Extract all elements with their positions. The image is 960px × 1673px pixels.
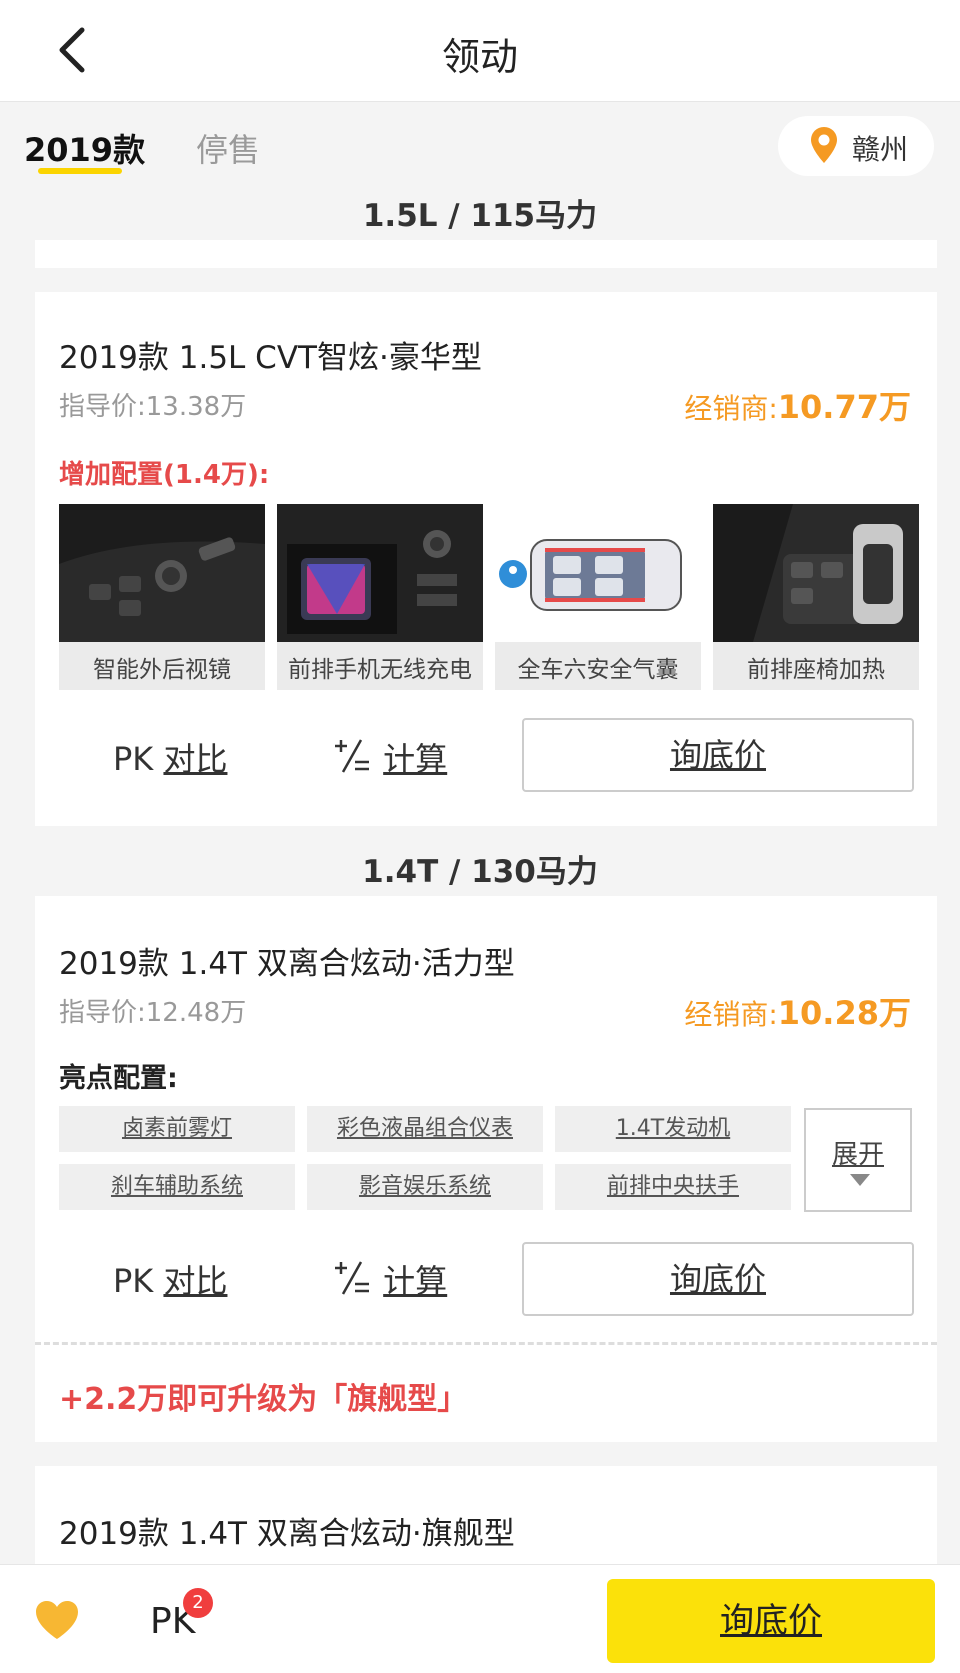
- dealer-label: 经销商:: [684, 998, 778, 1031]
- trim-name: 2019款 1.4T 双离合炫动·旗舰型: [59, 1516, 515, 1552]
- expand-label: 展开: [831, 1140, 884, 1170]
- inquiry-price-button[interactable]: 询底价: [522, 718, 914, 792]
- trim-card[interactable]: 2019款 1.4T 双离合炫动·活力型 指导价:12.48万 经销商:10.2…: [35, 896, 937, 1442]
- mirror-control-photo: [59, 504, 265, 642]
- config-tag[interactable]: 1.4T发动机: [555, 1106, 791, 1152]
- config-tag-label: 卤素前雾灯: [121, 1116, 232, 1141]
- upgrade-hint[interactable]: +2.2万即可升级为「旗舰型」: [59, 1374, 467, 1418]
- feature-tile[interactable]: 全车六安全气囊: [495, 504, 701, 690]
- section-title: 1.5L / 115马力: [362, 198, 598, 234]
- inquiry-label: 询底价: [669, 736, 766, 774]
- feature-tile[interactable]: 智能外后视镜: [59, 504, 265, 690]
- bottom-inquiry-button[interactable]: 询底价: [607, 1579, 935, 1663]
- dealer-value: 10.77万: [777, 388, 911, 426]
- card-top-stub: [35, 240, 937, 268]
- seat-heating-photo: [713, 504, 919, 642]
- highlights-title: 亮点配置:: [59, 1063, 178, 1094]
- plus-minus-icon: [335, 739, 369, 773]
- feature-label: 智能外后视镜: [93, 657, 231, 683]
- inquiry-price-button[interactable]: 询底价: [522, 1242, 914, 1316]
- config-tag[interactable]: 彩色液晶组合仪表: [307, 1106, 543, 1152]
- pk-compare-button[interactable]: PK 对比: [113, 734, 227, 780]
- caret-down-icon: [850, 1174, 870, 1186]
- city-selector[interactable]: 赣州: [778, 116, 934, 176]
- heart-icon[interactable]: [34, 1599, 80, 1641]
- feature-label: 前排手机无线充电: [288, 657, 472, 683]
- dealer-value: 10.28万: [777, 994, 911, 1032]
- location-pin-icon: [811, 127, 837, 163]
- pk-compare-link: 对比: [163, 1262, 228, 1300]
- dealer-price: 经销商:10.77万: [684, 382, 911, 428]
- added-config-title: 增加配置(1.4万):: [59, 460, 270, 490]
- trim-card[interactable]: 2019款 1.4T 双离合炫动·旗舰型: [35, 1466, 937, 1566]
- trim-card[interactable]: 2019款 1.5L CVT智炫·豪华型 指导价:13.38万 经销商:10.7…: [35, 292, 937, 826]
- config-tag-label: 1.4T发动机: [615, 1116, 731, 1141]
- trim-name: 2019款 1.5L CVT智炫·豪华型: [59, 340, 482, 376]
- inquiry-label: 询底价: [669, 1260, 766, 1298]
- calculate-link: 计算: [383, 740, 448, 778]
- config-tag-label: 刹车辅助系统: [110, 1174, 243, 1199]
- feature-tile[interactable]: 前排座椅加热: [713, 504, 919, 690]
- pk-prefix: PK: [113, 1262, 164, 1300]
- trim-name: 2019款 1.4T 双离合炫动·活力型: [59, 946, 515, 982]
- feature-label: 全车六安全气囊: [517, 657, 679, 683]
- feature-tile[interactable]: 前排手机无线充电: [277, 504, 483, 690]
- pk-compare-button[interactable]: PK 对比: [113, 1256, 227, 1302]
- guide-price: 指导价:12.48万: [59, 998, 247, 1028]
- top-bar: 领动: [0, 0, 960, 102]
- calculate-button[interactable]: 计算: [331, 1256, 447, 1302]
- wireless-charging-photo: [277, 504, 483, 642]
- expand-button[interactable]: 展开: [804, 1108, 912, 1212]
- feature-label: 前排座椅加热: [747, 657, 885, 683]
- guide-price: 指导价:13.38万: [59, 392, 247, 422]
- calculate-button[interactable]: 计算: [331, 734, 447, 780]
- bottom-bar: PK 2 询底价: [0, 1564, 960, 1673]
- divider: [35, 1342, 937, 1345]
- pk-compare-link: 对比: [163, 740, 228, 778]
- config-tag[interactable]: 卤素前雾灯: [59, 1106, 295, 1152]
- active-tab-indicator: [38, 168, 122, 174]
- pk-count-badge: 2: [183, 1588, 213, 1618]
- tab-discontinued[interactable]: 停售: [196, 125, 260, 171]
- plus-minus-icon: [335, 1261, 369, 1295]
- bottom-inquiry-label: 询底价: [720, 1601, 822, 1641]
- city-label: 赣州: [852, 133, 909, 166]
- config-tag[interactable]: 影音娱乐系统: [307, 1164, 543, 1210]
- tab-2019[interactable]: 2019款: [24, 125, 145, 171]
- config-tag-label: 彩色液晶组合仪表: [336, 1116, 513, 1141]
- section-title: 1.4T / 130马力: [362, 854, 598, 890]
- config-tag[interactable]: 前排中央扶手: [555, 1164, 791, 1210]
- config-tag-label: 前排中央扶手: [606, 1174, 739, 1199]
- config-tag[interactable]: 刹车辅助系统: [59, 1164, 295, 1210]
- config-tag-label: 影音娱乐系统: [358, 1174, 491, 1199]
- dealer-price: 经销商:10.28万: [684, 988, 911, 1034]
- dealer-label: 经销商:: [684, 392, 778, 425]
- calculate-link: 计算: [383, 1262, 448, 1300]
- pk-prefix: PK: [113, 740, 164, 778]
- airbag-diagram: [495, 504, 701, 642]
- page-title: 领动: [441, 35, 518, 79]
